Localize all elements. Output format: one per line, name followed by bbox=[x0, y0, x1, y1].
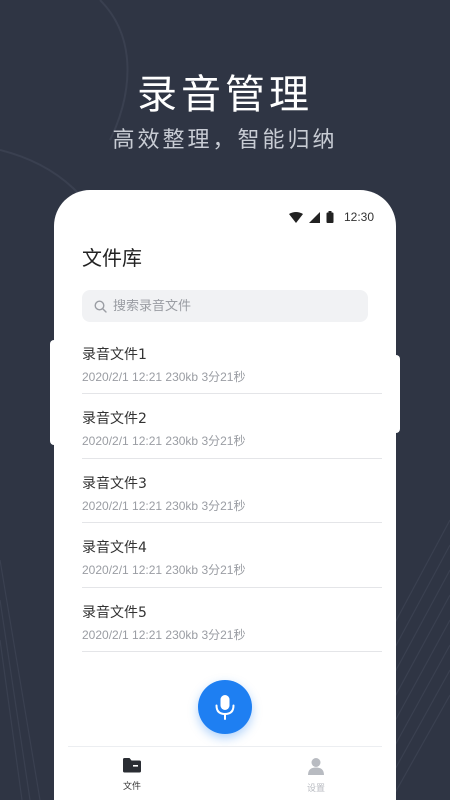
file-name: 录音文件1 bbox=[82, 347, 147, 363]
list-item[interactable]: 录音文件3 2020/2/1 12:21 230kb 3分21秒 bbox=[82, 459, 382, 524]
page-title: 文件库 bbox=[82, 246, 142, 270]
file-meta: 2020/2/1 12:21 230kb 3分21秒 bbox=[82, 434, 246, 449]
search-icon bbox=[94, 299, 107, 313]
tab-settings-label: 设置 bbox=[306, 784, 325, 794]
search-input[interactable] bbox=[113, 298, 353, 314]
file-meta: 2020/2/1 12:21 230kb 3分21秒 bbox=[82, 627, 246, 642]
tab-files[interactable]: 文件 bbox=[102, 757, 162, 792]
list-item[interactable]: 录音文件4 2020/2/1 12:21 230kb 3分21秒 bbox=[82, 523, 382, 588]
promo-title: 录音管理 bbox=[137, 72, 313, 118]
battery-icon bbox=[326, 211, 334, 223]
wifi-icon bbox=[288, 211, 303, 223]
list-item[interactable]: 录音文件5 2020/2/1 12:21 230kb 3分21秒 bbox=[82, 588, 382, 652]
file-name: 录音文件5 bbox=[82, 604, 147, 621]
file-meta: 2020/2/1 12:21 230kb 3分21秒 bbox=[82, 370, 246, 384]
status-time: 12:30 bbox=[343, 210, 374, 224]
file-name: 录音文件2 bbox=[82, 411, 147, 428]
status-bar: 12:30 bbox=[54, 210, 396, 230]
search-box[interactable] bbox=[82, 290, 368, 322]
file-meta: 2020/2/1 12:21 230kb 3分21秒 bbox=[82, 498, 246, 513]
file-name: 录音文件3 bbox=[82, 475, 147, 492]
list-item[interactable]: 录音文件2 2020/2/1 12:21 230kb 3分21秒 bbox=[82, 394, 382, 459]
list-item[interactable]: 录音文件1 2020/2/1 12:21 230kb 3分21秒 bbox=[82, 330, 382, 395]
file-name: 录音文件4 bbox=[82, 540, 147, 557]
record-button[interactable] bbox=[198, 680, 252, 734]
cellular-signal-icon bbox=[308, 211, 320, 223]
file-list: 录音文件1 2020/2/1 12:21 230kb 3分21秒 录音文件2 2… bbox=[82, 330, 382, 652]
user-icon bbox=[308, 758, 324, 775]
microphone-icon bbox=[215, 695, 235, 720]
phone-screen: 12:30 文件库 录音文件1 2020/2/1 12:21 230kb 3分2… bbox=[54, 190, 396, 800]
file-meta: 2020/2/1 12:21 230kb 3分21秒 bbox=[82, 563, 246, 578]
tab-files-label: 文件 bbox=[122, 782, 141, 792]
bottom-tab-bar: 文件 设置 bbox=[68, 746, 382, 800]
promo-subtitle: 高效整理，智能归纳 bbox=[112, 128, 338, 153]
tab-settings[interactable]: 设置 bbox=[286, 757, 346, 794]
folder-icon bbox=[123, 758, 141, 773]
